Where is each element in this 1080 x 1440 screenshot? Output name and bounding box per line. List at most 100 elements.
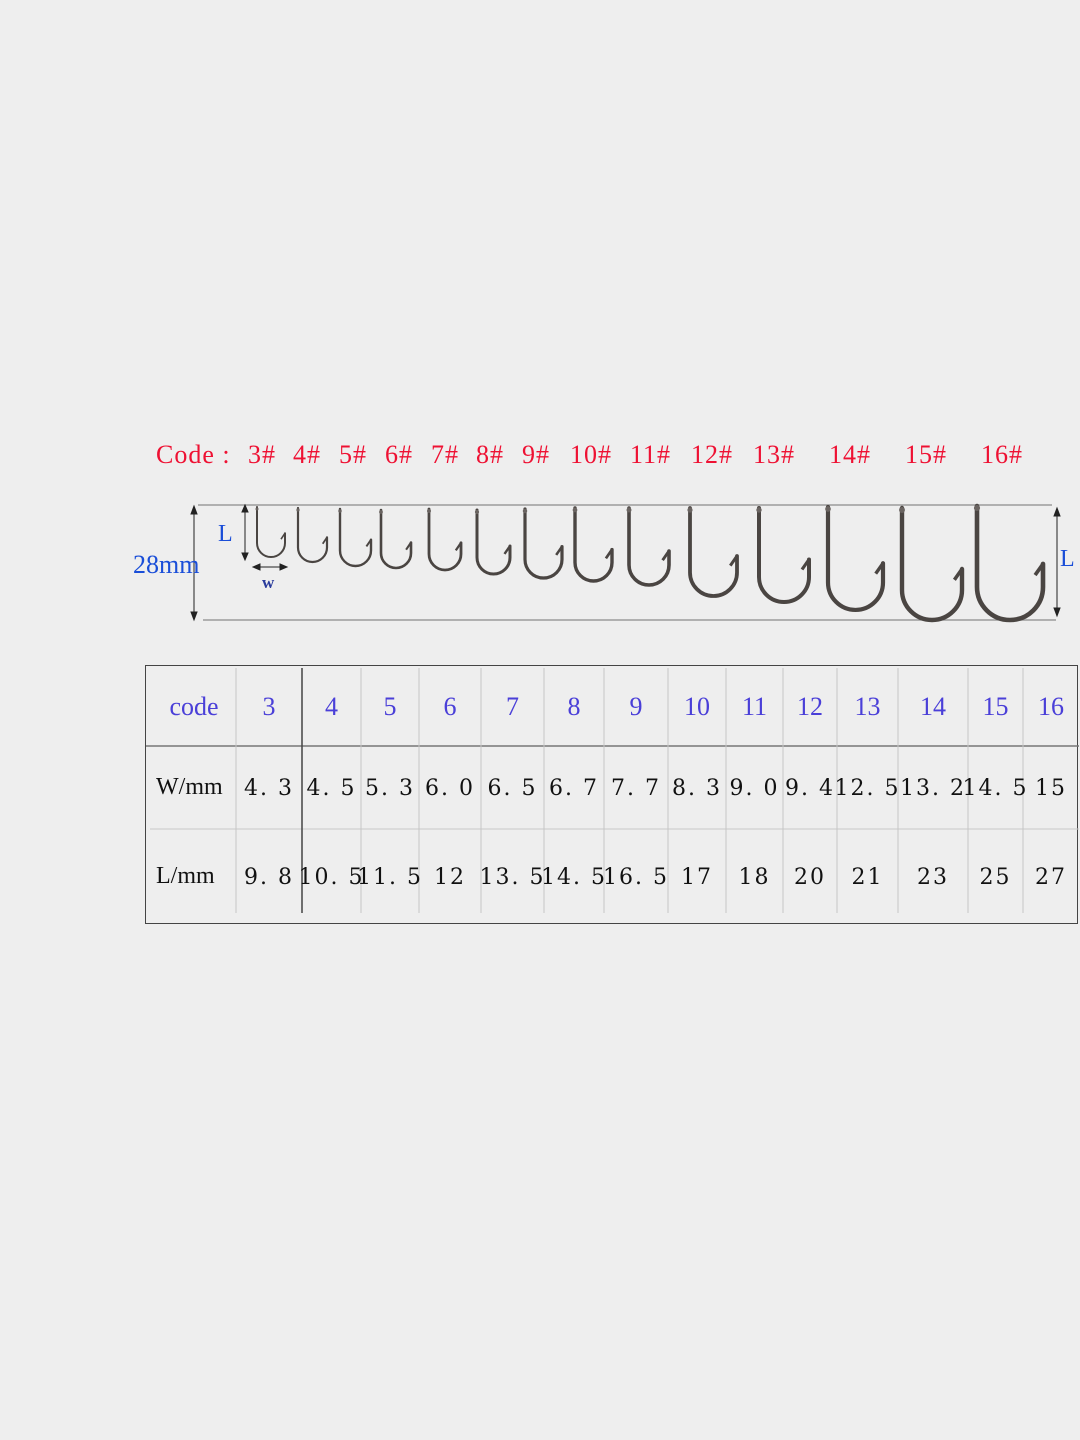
hook-eye (572, 507, 578, 513)
table-cell-width: 5. 3 (365, 776, 415, 801)
fishhook-icon (475, 508, 512, 576)
fishhook-icon (256, 506, 286, 558)
table-header-code: 9 (629, 692, 643, 721)
table-cell-length: 17 (681, 865, 713, 890)
code-label-item: 5# (339, 440, 367, 469)
fishhook-icon (627, 506, 671, 587)
table-cell-width: 9. 0 (729, 776, 780, 801)
fishhook-icon (688, 506, 739, 598)
table-cell-width: 9. 4 (785, 776, 835, 801)
hook-barb (321, 536, 328, 545)
table-cell-length: 21 (851, 865, 884, 890)
table-cell-length: 11. 5 (357, 865, 423, 890)
hook-size-code-row: Code : 3# 4# 5# 6# 7# 8# 9# 10# 11# 12# 13# 14# 15# 1… (0, 0, 1080, 469)
hook-barb (661, 550, 671, 562)
table-cell-length: 16. 5 (603, 865, 669, 890)
fishhook-icon (296, 506, 329, 564)
code-label-item: 6# (385, 440, 413, 469)
fishhook-icon (899, 505, 965, 623)
code-label-item: 4# (293, 440, 321, 469)
hook-eye (474, 509, 480, 515)
code-label-item: 3# (248, 440, 276, 469)
code-label-item: 9# (522, 440, 550, 469)
hook-barb (503, 545, 511, 555)
fishhook-icon (825, 504, 886, 613)
code-label-item: 13# (753, 440, 795, 469)
length-label-right: L (1060, 546, 1075, 572)
table-row-label-width: W/mm (156, 774, 223, 800)
hook-barb (800, 558, 811, 571)
table-cell-width: 4. 3 (244, 776, 294, 801)
fishhook-icon (573, 506, 614, 583)
table-header-code: 16 (1038, 692, 1064, 721)
hook-eye (973, 504, 981, 512)
fishhook-icon (523, 507, 564, 580)
hook-barb (874, 562, 885, 575)
table-cell-width: 6. 0 (425, 776, 475, 801)
hook-barb (1033, 562, 1045, 577)
fishhook-icon (757, 506, 811, 604)
code-label-item: 7# (431, 440, 459, 469)
table-cell-width: 7. 7 (611, 776, 661, 801)
table-cell-length: 20 (794, 865, 826, 890)
table-cell-length: 14. 5 (541, 865, 607, 890)
table-header-code: 3 (262, 692, 276, 721)
fishhook-icon (974, 503, 1046, 623)
table-header-code: 11 (741, 692, 768, 721)
code-label-item: 15# (905, 440, 947, 469)
fishhook-icon (379, 508, 413, 570)
table-header-code: 14 (920, 692, 946, 721)
hook-size-table: code W/mm L/mm 3 4 5 6 7 8 9 10 11 12 13 14 15 16 4. 3… (145, 665, 1079, 924)
hook-barb (454, 542, 462, 552)
hook-eye (379, 510, 383, 514)
hook-eye (825, 506, 831, 512)
hook-barb (952, 567, 964, 581)
table-cell-length: 23 (917, 865, 949, 890)
hook-eye (522, 508, 528, 514)
fishhook-icon (338, 507, 373, 568)
table-header-code: 12 (797, 692, 823, 721)
reference-lines (198, 504, 1056, 621)
table-header-code: 10 (684, 692, 710, 721)
table-cell-width: 6. 5 (487, 776, 538, 801)
code-label-item: 10# (570, 440, 612, 469)
hook-barb (280, 532, 286, 540)
table-header-code: 6 (443, 692, 457, 721)
table-cell-width: 13. 2 (900, 776, 966, 801)
table-header-code: 5 (383, 692, 397, 721)
hook-eye (756, 507, 762, 513)
table-cell-width: 8. 3 (672, 776, 722, 801)
hook-eye (687, 507, 693, 513)
table-cell-width: 4. 5 (306, 776, 357, 801)
table-header-code: 13 (854, 692, 881, 721)
table-cell-length: 10. 5 (298, 865, 365, 890)
hook-barb (365, 539, 372, 547)
table-cell-width: 12. 5 (834, 776, 901, 801)
table-cell-length: 9. 8 (244, 865, 294, 890)
code-label-item: 16# (981, 440, 1023, 469)
table-cell-length: 18 (738, 865, 771, 890)
table-cell-width: 14. 5 (962, 776, 1029, 801)
table-cell-length: 13. 5 (479, 865, 546, 890)
table-cell-width: 6. 7 (549, 776, 599, 801)
hook-barb (729, 555, 739, 567)
hook-eye (255, 507, 259, 511)
fishhook-icon (427, 507, 463, 572)
hook-eye (899, 507, 905, 513)
table-cell-length: 25 (979, 865, 1012, 890)
hook-eye (626, 507, 632, 513)
hook-eye (338, 509, 342, 513)
hook-eye (296, 508, 300, 512)
hook-eye (427, 509, 431, 513)
table-header-code: 15 (982, 692, 1009, 721)
table-header-code: 7 (506, 692, 519, 721)
hook-barb (604, 548, 614, 560)
code-label-item: 12# (691, 440, 733, 469)
sample-width-arrow (251, 563, 289, 571)
length-label-left: L (218, 521, 233, 547)
table-cell-length: 27 (1035, 865, 1067, 890)
table-header-code-label: code (169, 692, 219, 721)
hook-barb (555, 545, 564, 556)
hook-barb (405, 541, 412, 551)
table-header-code: 4 (325, 692, 338, 721)
